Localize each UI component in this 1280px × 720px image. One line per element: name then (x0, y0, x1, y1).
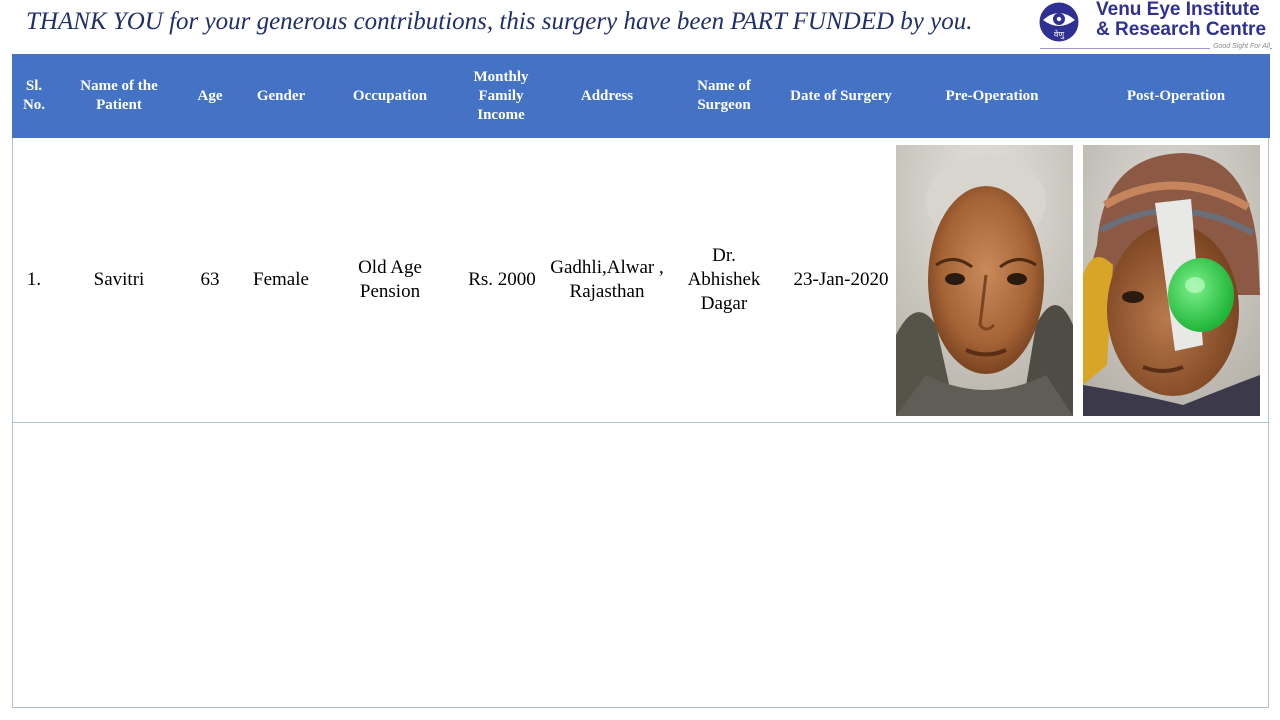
cell-occupation: Old Age Pension (358, 257, 422, 302)
post-operation-photo (1083, 145, 1260, 416)
cell-gender: Female (253, 269, 309, 290)
cell-patient-name: Savitri (93, 269, 145, 290)
pre-operation-photo (896, 145, 1073, 416)
cell-address: Gadhli,Alwar , Rajasthan (550, 257, 664, 302)
logo-line-1: Venu Eye Institute (1096, 0, 1260, 20)
logo-mark-text: वेणु (1054, 29, 1065, 40)
logo-line-2: & Research Centre (1096, 19, 1267, 40)
header-post-operation: Post-Operation (1126, 87, 1226, 104)
row-divider (12, 422, 1270, 423)
cell-surgeon: Dr. Abhishek Dagar (687, 245, 761, 314)
cell-age: 63 (200, 269, 220, 290)
header-pre-operation: Pre-Operation (945, 87, 1039, 104)
header-gender: Gender (256, 87, 306, 104)
header-income: Monthly Family Income (473, 68, 529, 123)
header-age: Age (197, 87, 223, 104)
header-date: Date of Surgery (790, 87, 892, 104)
cell-income: Rs. 2000 (468, 269, 536, 290)
eye-logo-icon: वेणु (1039, 2, 1079, 42)
header-address: Address (580, 87, 634, 104)
institute-logo: वेणु Venu Eye Institute & Research Centr… (1036, 0, 1276, 54)
cell-sl-no: 1. (26, 269, 42, 290)
header-surgeon: Name of Surgeon (697, 78, 751, 113)
table-header: Sl. No. Name of the Patient Age Gender O… (12, 54, 1270, 138)
header-sl-no: Sl. No. (22, 78, 46, 113)
header-occupation: Occupation (352, 87, 428, 104)
headline: THANK YOU for your generous contribution… (26, 8, 973, 35)
header-patient-name: Name of the Patient (80, 78, 158, 113)
logo-name: Venu Eye Institute & Research Centre (1096, 0, 1266, 40)
logo-tagline: Good Sight For All (1210, 43, 1270, 50)
cell-date: 23-Jan-2020 (793, 269, 889, 290)
